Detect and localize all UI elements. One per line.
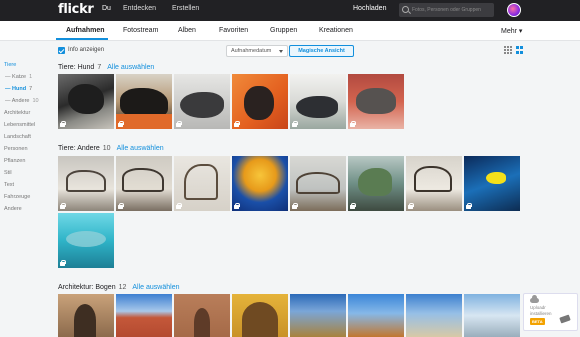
uploadr-text: Uploadr installieren [530,305,552,316]
sidebar-item-andere-tiere[interactable]: — Andere 10 [5,98,39,104]
lock-icon [60,203,66,209]
sort-dropdown[interactable]: Aufnahmedatum [226,45,288,57]
section-title: Tiere: Hund 7 Alle auswählen [58,64,154,71]
photo-thumbnail[interactable] [290,156,346,211]
info-label: Info anzeigen [68,47,105,53]
lock-icon [350,203,356,209]
lock-icon [292,121,298,127]
photo-thumbnail[interactable] [58,156,114,211]
sidebar-item-hund[interactable]: — Hund 7 [5,86,32,92]
photo-thumbnail[interactable] [406,294,462,337]
photo-thumbnail[interactable] [116,294,172,337]
sidebar-item-pflanzen[interactable]: Pflanzen [4,158,25,164]
sidebar-item-tiere[interactable]: Tiere [4,62,16,68]
magic-view-button[interactable]: Magische Ansicht [289,45,354,57]
section-title: Tiere: Andere 10 Alle auswählen [58,145,164,152]
large-grid-icon[interactable] [516,46,524,54]
photo-thumbnail[interactable] [348,74,404,129]
photo-thumbnail[interactable] [174,294,230,337]
beta-badge: BETA [530,318,545,325]
sidebar-item-andere[interactable]: Andere [4,206,22,212]
tab-aufnahmen[interactable]: Aufnahmen [66,27,105,34]
photo-thumbnail[interactable] [232,294,288,337]
section-count: 10 [102,145,111,152]
section-name: Tiere: Hund [58,64,95,71]
photo-thumbnail[interactable] [174,74,230,129]
sidebar-item-fahrzeuge[interactable]: Fahrzeuge [4,194,30,200]
sidebar-item-lebensmittel[interactable]: Lebensmittel [4,122,35,128]
search-box[interactable] [399,3,494,17]
photo-thumbnail[interactable] [348,156,404,211]
lock-icon [466,203,472,209]
select-all-link[interactable]: Alle auswählen [132,284,179,291]
sidebar-item-stil[interactable]: Stil [4,170,12,176]
uploadr-logo-icon [559,314,571,324]
photo-thumbnail[interactable] [290,74,346,129]
active-tab-indicator [56,38,108,40]
nav-entdecken[interactable]: Entdecken [123,5,156,12]
search-icon[interactable] [402,6,409,13]
sidebar-item-architektur[interactable]: Architektur [4,110,30,116]
uploadr-widget[interactable]: Uploadr installieren BETA [523,293,578,331]
flickr-logo[interactable]: flickr [58,2,94,17]
tab-kreationen[interactable]: Kreationen [319,27,353,34]
nav-erstellen[interactable]: Erstellen [172,5,199,12]
sort-label: Aufnahmedatum [231,48,272,54]
section-name: Architektur: Bogen [58,284,116,291]
section-count: 12 [118,284,127,291]
sidebar-item-text[interactable]: Text [4,182,14,188]
photo-thumbnail[interactable] [232,74,288,129]
select-all-link[interactable]: Alle auswählen [117,145,164,152]
small-grid-icon[interactable] [504,46,512,54]
photo-thumbnail[interactable] [58,74,114,129]
lock-icon [234,203,240,209]
photo-thumbnail[interactable] [58,294,114,337]
chevron-down-icon [279,50,283,53]
lock-icon [234,121,240,127]
photo-thumbnail[interactable] [58,213,114,268]
select-all-link[interactable]: Alle auswählen [107,64,154,71]
lock-icon [118,203,124,209]
lock-icon [118,121,124,127]
section-count: 7 [97,64,102,71]
sidebar-item-landschaft[interactable]: Landschaft [4,134,31,140]
lock-icon [292,203,298,209]
section-title: Architektur: Bogen 12 Alle auswählen [58,284,179,291]
photo-thumbnail[interactable] [290,294,346,337]
tab-favoriten[interactable]: Favoriten [219,27,248,34]
photo-thumbnail[interactable] [464,156,520,211]
photo-thumbnail[interactable] [348,294,404,337]
info-checkbox[interactable] [58,47,65,54]
photo-thumbnail[interactable] [174,156,230,211]
upload-link[interactable]: Hochladen [353,5,386,12]
avatar[interactable] [507,3,521,17]
lock-icon [60,121,66,127]
lock-icon [176,121,182,127]
lock-icon [408,203,414,209]
photo-thumbnail[interactable] [232,156,288,211]
lock-icon [350,121,356,127]
tab-fotostream[interactable]: Fotostream [123,27,158,34]
photo-thumbnail[interactable] [116,156,172,211]
more-menu[interactable]: Mehr ▾ [501,27,522,35]
photo-thumbnail[interactable] [464,294,520,337]
sidebar-item-personen[interactable]: Personen [4,146,28,152]
sidebar-item-katze[interactable]: — Katze 1 [5,74,32,80]
top-bar: flickr Du Entdecken Erstellen Hochladen [0,0,580,21]
lock-icon [60,260,66,266]
tab-gruppen[interactable]: Gruppen [270,27,297,34]
photo-thumbnail[interactable] [116,74,172,129]
photo-thumbnail[interactable] [406,156,462,211]
tab-alben[interactable]: Alben [178,27,196,34]
cloud-upload-icon [530,295,539,303]
section-name: Tiere: Andere [58,145,100,152]
nav-du[interactable]: Du [102,5,111,12]
lock-icon [176,203,182,209]
search-input[interactable] [412,4,492,16]
